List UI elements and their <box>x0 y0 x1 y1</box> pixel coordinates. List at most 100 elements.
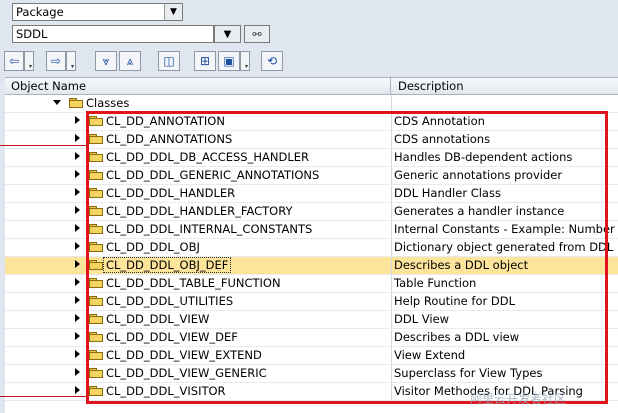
column-header-object-name[interactable]: Object Name <box>5 78 391 95</box>
expand-triangle-icon[interactable] <box>75 116 80 124</box>
expand-triangle-icon[interactable] <box>75 332 80 340</box>
object-list-button[interactable]: ▣ <box>218 51 240 71</box>
class-name[interactable]: CL_DD_DDL_VIEW <box>106 312 209 326</box>
folder-icon <box>89 170 103 180</box>
folder-icon <box>89 206 103 216</box>
class-name[interactable]: CL_DD_ANNOTATIONS <box>106 132 232 146</box>
object-type-select[interactable]: Package ▼ <box>12 3 183 21</box>
class-description: Generic annotations provider <box>394 168 563 182</box>
table-row[interactable]: CL_DD_DDL_GENERIC_ANNOTATIONS Generic ann… <box>5 167 618 185</box>
class-name[interactable]: CL_DD_DDL_VISITOR <box>106 384 226 398</box>
class-description: View Extend <box>394 348 466 362</box>
toolbar: ⇦ ▾ ⇨ ▾ ⩔ ⩓ ◫ ⊞ ▣ ▾ ⟲ <box>4 51 304 73</box>
expand-triangle-icon[interactable] <box>75 242 80 250</box>
table-row[interactable]: CL_DD_ANNOTATION CDS Annotation <box>5 113 618 131</box>
folder-icon <box>89 368 103 378</box>
expand-triangle-icon[interactable] <box>75 350 80 358</box>
expand-triangle-icon[interactable] <box>75 188 80 196</box>
table-row[interactable]: CL_DD_DDL_UTILITIES Help Routine for DDL <box>5 293 618 311</box>
class-name[interactable]: CL_DD_DDL_VIEW_DEF <box>106 330 238 344</box>
expand-triangle-icon[interactable] <box>75 224 80 232</box>
expand-triangle-icon[interactable] <box>75 314 80 322</box>
table-row[interactable]: CL_DD_DDL_HANDLER DDL Handler Class <box>5 185 618 203</box>
object-name-input[interactable]: SDDL <box>12 25 214 43</box>
object-list-icon: ▣ <box>223 54 235 68</box>
table-row[interactable]: CL_DD_DDL_VIEW_DEF Describes a DDL view <box>5 329 618 347</box>
class-description: Describes a DDL object <box>392 257 618 274</box>
back-button[interactable]: ⇦ <box>4 51 24 71</box>
expand-triangle-icon[interactable] <box>75 260 80 268</box>
class-name[interactable]: CL_DD_DDL_GENERIC_ANNOTATIONS <box>106 168 319 182</box>
folder-icon <box>89 152 103 162</box>
annotation-line <box>0 396 88 397</box>
hierarchy-button[interactable]: ⊞ <box>194 51 216 71</box>
binoculars-icon: ⚯ <box>252 27 262 41</box>
class-name[interactable]: CL_DD_DDL_TABLE_FUNCTION <box>106 276 281 290</box>
refresh-icon: ⟲ <box>266 54 278 68</box>
expand-all-button[interactable]: ⩔ <box>95 51 117 71</box>
collapse-triangle-icon[interactable] <box>53 100 61 105</box>
expand-triangle-icon[interactable] <box>75 206 80 214</box>
class-name[interactable]: CL_DD_ANNOTATION <box>106 114 225 128</box>
expand-all-icon: ⩔ <box>102 53 110 68</box>
class-name[interactable]: CL_DD_DDL_UTILITIES <box>106 294 233 308</box>
table-row[interactable]: CL_DD_DDL_VIEW DDL View <box>5 311 618 329</box>
chevron-down-icon[interactable]: ▼ <box>164 4 182 20</box>
back-history-button[interactable]: ▾ <box>24 51 34 71</box>
class-description: CDS Annotation <box>394 114 485 128</box>
table-row[interactable]: CL_DD_DDL_HANDLER_FACTORY Generates a han… <box>5 203 618 221</box>
arrow-right-icon: ⇨ <box>50 54 62 68</box>
object-name-dropdown-button[interactable]: ▼ <box>214 25 241 43</box>
forward-button[interactable]: ⇨ <box>46 51 66 71</box>
expand-triangle-icon[interactable] <box>75 386 80 394</box>
class-description: Describes a DDL view <box>394 330 520 344</box>
object-list-menu-button[interactable]: ▾ <box>240 51 250 71</box>
folder-open-icon <box>69 98 83 108</box>
folder-icon <box>89 350 103 360</box>
class-name[interactable]: CL_DD_DDL_HANDLER <box>106 186 235 200</box>
folder-icon <box>89 224 103 234</box>
class-name[interactable]: CL_DD_DDL_INTERNAL_CONSTANTS <box>106 222 312 236</box>
table-row[interactable]: CL_DD_DDL_VIEW_EXTEND View Extend <box>5 347 618 365</box>
class-name[interactable]: CL_DD_DDL_OBJ <box>106 240 200 254</box>
expand-triangle-icon[interactable] <box>75 134 80 142</box>
forward-history-button[interactable]: ▾ <box>66 51 76 71</box>
table-row[interactable]: CL_DD_ANNOTATIONS CDS annotations <box>5 131 618 149</box>
expand-triangle-icon[interactable] <box>75 278 80 286</box>
column-header-description[interactable]: Description <box>392 78 618 95</box>
folder-icon <box>89 278 103 288</box>
class-description: CDS annotations <box>394 132 491 146</box>
class-description: Superclass for View Types <box>394 366 543 380</box>
expand-triangle-icon[interactable] <box>75 170 80 178</box>
expand-triangle-icon[interactable] <box>75 368 80 376</box>
tree-header: Object Name Description <box>5 77 618 95</box>
table-row[interactable]: CL_DD_DDL_OBJ Dictionary object generated… <box>5 239 618 257</box>
folder-icon <box>89 116 103 126</box>
display-button[interactable]: ◫ <box>158 51 180 71</box>
table-row[interactable]: CL_DD_DDL_VIEW_GENERIC Superclass for Vie… <box>5 365 618 383</box>
refresh-button[interactable]: ⟲ <box>261 51 283 71</box>
table-row[interactable]: CL_DD_DDL_TABLE_FUNCTION Table Function <box>5 275 618 293</box>
folder-icon <box>89 296 103 306</box>
class-description: Table Function <box>394 276 477 290</box>
table-row[interactable]: CL_DD_DDL_INTERNAL_CONSTANTS Internal Con… <box>5 221 618 239</box>
annotation-line <box>0 145 88 146</box>
expand-triangle-icon[interactable] <box>75 152 80 160</box>
class-name[interactable]: CL_DD_DDL_VIEW_EXTEND <box>106 348 262 362</box>
expand-triangle-icon[interactable] <box>75 296 80 304</box>
class-name[interactable]: CL_DD_DDL_HANDLER_FACTORY <box>106 204 293 218</box>
chevron-down-icon: ▼ <box>223 28 232 40</box>
class-name[interactable]: CL_DD_DDL_DB_ACCESS_HANDLER <box>106 150 309 164</box>
watermark: 阿里云开发者社区 <box>470 392 567 406</box>
tree-node-classes[interactable]: Classes <box>5 95 618 113</box>
table-row[interactable]: CL_DD_DDL_DB_ACCESS_HANDLER Handles DB-de… <box>5 149 618 167</box>
class-name[interactable]: CL_DD_DDL_VIEW_GENERIC <box>106 366 267 380</box>
class-name[interactable]: CL_DD_DDL_OBJ_DEF <box>102 257 232 273</box>
find-button[interactable]: ⚯ <box>244 25 270 43</box>
arrow-left-icon: ⇦ <box>8 54 20 68</box>
table-row[interactable]: CL_DD_DDL_OBJ_DEF Describes a DDL object <box>5 257 618 275</box>
collapse-all-button[interactable]: ⩓ <box>119 51 141 71</box>
display-icon: ◫ <box>163 54 175 68</box>
class-description: Help Routine for DDL <box>394 294 515 308</box>
class-description: Generates a handler instance <box>394 204 565 218</box>
